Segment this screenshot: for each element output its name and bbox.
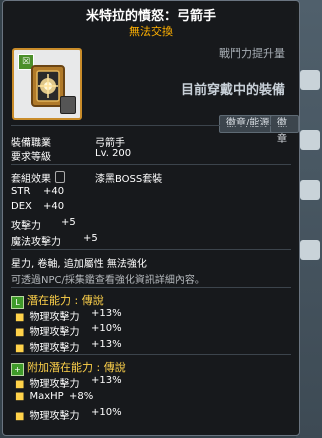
set-effect: 套組效果 漆黑BOSS套裝 bbox=[11, 170, 162, 185]
background-slot bbox=[300, 70, 320, 90]
item-title: 米特拉的憤怒：弓箭手 bbox=[85, 9, 216, 24]
stat-dex: DEX +40 bbox=[11, 201, 65, 212]
additional-potential-line: ■ 物理攻擊力 +13% bbox=[15, 375, 122, 390]
additional-potential-line: ■ 物理攻擊力 +10% bbox=[15, 407, 122, 422]
stat-str: STR +40 bbox=[11, 186, 65, 197]
lock-icon bbox=[60, 96, 76, 114]
background-slot bbox=[300, 180, 320, 200]
divider bbox=[11, 354, 291, 355]
divider bbox=[11, 287, 291, 288]
enhance-info: 可透過NPC/採集鑑查看強化資訊詳細內容。 bbox=[11, 275, 205, 286]
trade-status: 無法交換 bbox=[129, 25, 173, 38]
potential-line: ■ 物理攻擊力 +13% bbox=[15, 339, 122, 354]
equip-status-label: 目前穿戴中的裝備 bbox=[180, 83, 285, 98]
divider bbox=[11, 164, 291, 165]
set-info-icon[interactable] bbox=[55, 171, 65, 183]
stat-attack: 攻擊力 +5 bbox=[11, 217, 76, 232]
soul-source-button[interactable]: 徽章/能源 bbox=[219, 115, 277, 133]
item-icon: ☒ bbox=[12, 48, 82, 120]
divider bbox=[11, 249, 291, 250]
enhance-flags: 星力, 卷軸, 追加屬性 無法強化 bbox=[11, 259, 147, 270]
req-job: 裝備職業 弓箭手 bbox=[11, 138, 125, 149]
stat-magic-attack: 魔法攻擊力 +5 bbox=[11, 233, 98, 248]
potential-line: ■ 物理攻擊力 +13% bbox=[15, 308, 122, 323]
item-tooltip: 米特拉的憤怒：弓箭手 無法交換 ☒ 戰鬥力提升量 目前穿戴中的裝備 徽章/能源 … bbox=[2, 0, 300, 436]
background-slot bbox=[300, 240, 320, 260]
potential-line: ■ 物理攻擊力 +10% bbox=[15, 323, 122, 338]
req-level: 要求等級 Lv. 200 bbox=[11, 148, 132, 163]
potential-header: L 潛在能力 : 傳說 bbox=[11, 292, 104, 309]
divider bbox=[11, 125, 291, 126]
additional-potential-line: ■ MaxHP +8% bbox=[15, 391, 94, 402]
soul-button[interactable]: 徽章 bbox=[270, 115, 299, 145]
additional-potential-header: + 附加潛在能力 : 傳說 bbox=[11, 359, 126, 376]
combat-power-label: 戰鬥力提升量 bbox=[219, 47, 285, 60]
background-slot bbox=[300, 130, 320, 150]
